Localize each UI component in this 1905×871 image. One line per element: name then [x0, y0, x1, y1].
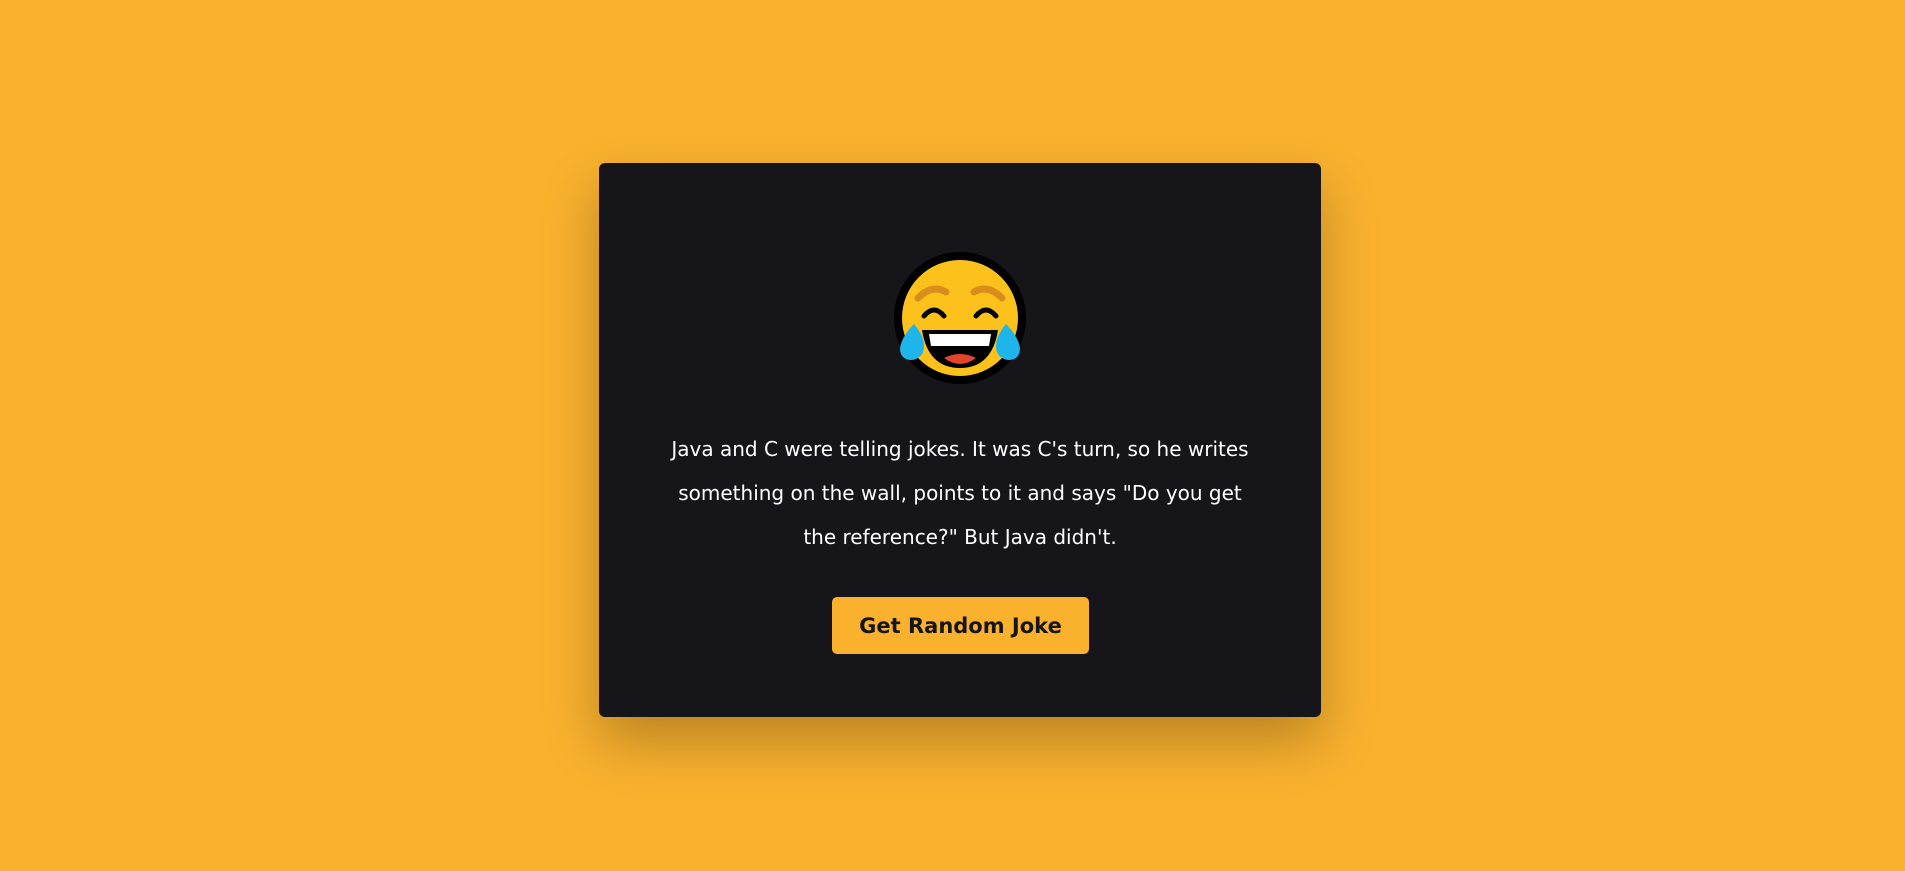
joke-card: Java and C were telling jokes. It was C'…: [599, 163, 1321, 717]
get-random-joke-button[interactable]: Get Random Joke: [832, 597, 1089, 654]
face-with-tears-of-joy-icon: [894, 252, 1026, 384]
joke-text: Java and C were telling jokes. It was C'…: [671, 437, 1249, 549]
